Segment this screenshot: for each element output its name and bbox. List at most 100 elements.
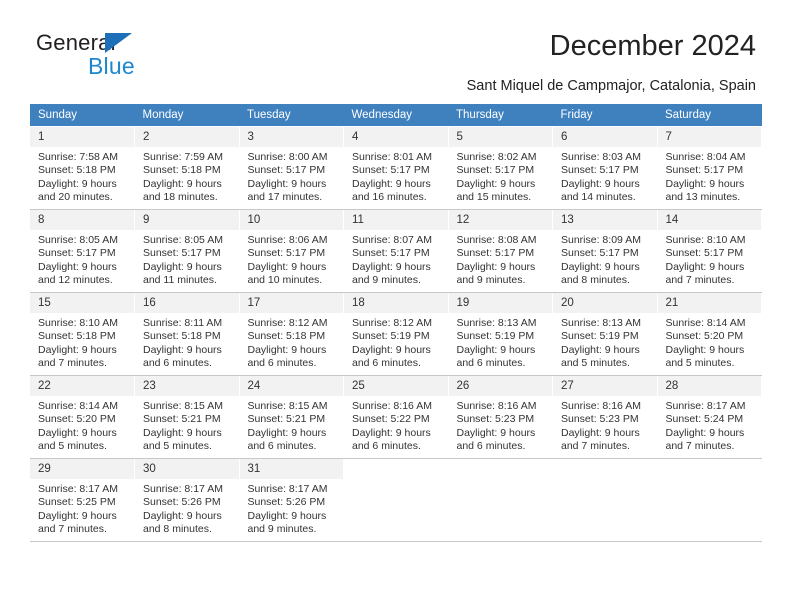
day-info: Sunrise: 8:16 AM Sunset: 5:23 PM Dayligh…: [449, 396, 553, 454]
sunrise-text: Sunrise: 8:12 AM: [247, 317, 328, 329]
sunset-text: Sunset: 5:18 PM: [247, 330, 326, 343]
day-number: 28: [657, 376, 761, 396]
calendar-day-cell[interactable]: 29 Sunrise: 8:17 AM Sunset: 5:25 PM Dayl…: [30, 458, 135, 542]
weekday-header-friday: Friday: [552, 104, 657, 127]
daylight-text-line1: Daylight: 9 hours: [38, 177, 117, 190]
sunrise-text: Sunrise: 8:12 AM: [352, 317, 432, 329]
daylight-text-line1: Daylight: 9 hours: [247, 260, 327, 273]
day-number: [344, 459, 448, 467]
calendar-day-cell[interactable]: 19 Sunrise: 8:13 AM Sunset: 5:19 PM Dayl…: [448, 292, 553, 376]
daylight-text-line2: and 5 minutes.: [561, 357, 630, 370]
calendar-day-cell[interactable]: 30 Sunrise: 8:17 AM Sunset: 5:26 PM Dayl…: [134, 458, 240, 542]
day-info: Sunrise: 8:15 AM Sunset: 5:21 PM Dayligh…: [240, 396, 344, 454]
calendar-day-cell[interactable]: 24 Sunrise: 8:15 AM Sunset: 5:21 PM Dayl…: [239, 375, 344, 459]
day-number: 31: [239, 459, 343, 479]
day-info: Sunrise: 8:16 AM Sunset: 5:22 PM Dayligh…: [344, 396, 448, 454]
sunrise-text: Sunrise: 8:16 AM: [456, 400, 537, 412]
calendar-page: General Blue December 2024 Sant Miquel d…: [0, 0, 792, 612]
page-subtitle: Sant Miquel de Campmajor, Catalonia, Spa…: [466, 78, 756, 94]
day-info: Sunrise: 8:10 AM Sunset: 5:17 PM Dayligh…: [658, 230, 762, 288]
calendar-day-cell[interactable]: 11 Sunrise: 8:07 AM Sunset: 5:17 PM Dayl…: [343, 209, 449, 293]
calendar-day-cell[interactable]: 6 Sunrise: 8:03 AM Sunset: 5:17 PM Dayli…: [552, 126, 658, 210]
sunset-text: Sunset: 5:20 PM: [38, 413, 116, 426]
day-info: Sunrise: 8:17 AM Sunset: 5:25 PM Dayligh…: [30, 479, 134, 537]
sunset-text: Sunset: 5:26 PM: [247, 496, 326, 509]
sunset-text: Sunset: 5:17 PM: [561, 164, 639, 177]
calendar-day-cell[interactable]: 25 Sunrise: 8:16 AM Sunset: 5:22 PM Dayl…: [343, 375, 449, 459]
daylight-text-line2: and 6 minutes.: [247, 440, 317, 453]
daylight-text-line1: Daylight: 9 hours: [247, 343, 327, 356]
calendar-day-cell[interactable]: 5 Sunrise: 8:02 AM Sunset: 5:17 PM Dayli…: [448, 126, 553, 210]
sunrise-text: Sunrise: 8:00 AM: [247, 151, 328, 163]
calendar-week-row: 1 Sunrise: 7:58 AM Sunset: 5:18 PM Dayli…: [30, 126, 762, 210]
daylight-text-line1: Daylight: 9 hours: [247, 426, 327, 439]
calendar-day-cell[interactable]: 31 Sunrise: 8:17 AM Sunset: 5:26 PM Dayl…: [239, 458, 344, 542]
calendar-day-cell[interactable]: 18 Sunrise: 8:12 AM Sunset: 5:19 PM Dayl…: [343, 292, 449, 376]
calendar-day-cell[interactable]: 1 Sunrise: 7:58 AM Sunset: 5:18 PM Dayli…: [30, 126, 135, 210]
daylight-text-line1: Daylight: 9 hours: [456, 426, 536, 439]
day-number: 2: [135, 127, 239, 147]
calendar-day-cell[interactable]: 14 Sunrise: 8:10 AM Sunset: 5:17 PM Dayl…: [657, 209, 762, 293]
day-number: 13: [553, 210, 657, 230]
day-info: Sunrise: 8:13 AM Sunset: 5:19 PM Dayligh…: [553, 313, 657, 371]
calendar-day-cell[interactable]: 27 Sunrise: 8:16 AM Sunset: 5:23 PM Dayl…: [552, 375, 658, 459]
calendar-day-cell-empty: [448, 458, 553, 542]
sunset-text: Sunset: 5:17 PM: [143, 247, 221, 260]
sunset-text: Sunset: 5:17 PM: [665, 247, 744, 260]
calendar-day-cell[interactable]: 12 Sunrise: 8:08 AM Sunset: 5:17 PM Dayl…: [448, 209, 553, 293]
day-number: 20: [553, 293, 657, 313]
daylight-text-line1: Daylight: 9 hours: [143, 426, 222, 439]
calendar-day-cell[interactable]: 26 Sunrise: 8:16 AM Sunset: 5:23 PM Dayl…: [448, 375, 553, 459]
page-title: December 2024: [549, 30, 756, 62]
day-number: 7: [657, 127, 761, 147]
calendar-day-cell[interactable]: 3 Sunrise: 8:00 AM Sunset: 5:17 PM Dayli…: [239, 126, 344, 210]
day-info: Sunrise: 8:10 AM Sunset: 5:18 PM Dayligh…: [30, 313, 134, 371]
calendar-week-row: 29 Sunrise: 8:17 AM Sunset: 5:25 PM Dayl…: [30, 458, 762, 542]
calendar-day-cell[interactable]: 9 Sunrise: 8:05 AM Sunset: 5:17 PM Dayli…: [134, 209, 240, 293]
calendar-day-cell[interactable]: 21 Sunrise: 8:14 AM Sunset: 5:20 PM Dayl…: [657, 292, 762, 376]
calendar-day-cell[interactable]: 10 Sunrise: 8:06 AM Sunset: 5:17 PM Dayl…: [239, 209, 344, 293]
day-number: [657, 459, 761, 467]
sunset-text: Sunset: 5:20 PM: [665, 330, 744, 343]
sunset-text: Sunset: 5:21 PM: [143, 413, 221, 426]
day-number: 17: [239, 293, 343, 313]
calendar-day-cell-empty: [552, 458, 658, 542]
daylight-text-line2: and 5 minutes.: [38, 440, 107, 453]
calendar-day-cell[interactable]: 15 Sunrise: 8:10 AM Sunset: 5:18 PM Dayl…: [30, 292, 135, 376]
calendar-day-cell[interactable]: 20 Sunrise: 8:13 AM Sunset: 5:19 PM Dayl…: [552, 292, 658, 376]
daylight-text-line1: Daylight: 9 hours: [561, 426, 640, 439]
day-info: Sunrise: 8:12 AM Sunset: 5:19 PM Dayligh…: [344, 313, 448, 371]
calendar-day-cell[interactable]: 8 Sunrise: 8:05 AM Sunset: 5:17 PM Dayli…: [30, 209, 135, 293]
sunrise-text: Sunrise: 8:03 AM: [561, 151, 641, 163]
calendar-day-cell[interactable]: 13 Sunrise: 8:09 AM Sunset: 5:17 PM Dayl…: [552, 209, 658, 293]
day-info: Sunrise: 8:09 AM Sunset: 5:17 PM Dayligh…: [553, 230, 657, 288]
calendar-day-cell[interactable]: 23 Sunrise: 8:15 AM Sunset: 5:21 PM Dayl…: [134, 375, 240, 459]
calendar-day-cell-empty: [343, 458, 449, 542]
day-number: 21: [657, 293, 761, 313]
sunrise-text: Sunrise: 8:15 AM: [143, 400, 223, 412]
day-number: 25: [344, 376, 448, 396]
calendar-day-cell[interactable]: 28 Sunrise: 8:17 AM Sunset: 5:24 PM Dayl…: [657, 375, 762, 459]
calendar-day-cell[interactable]: 7 Sunrise: 8:04 AM Sunset: 5:17 PM Dayli…: [657, 126, 762, 210]
sunset-text: Sunset: 5:25 PM: [38, 496, 116, 509]
daylight-text-line2: and 20 minutes.: [38, 191, 113, 204]
calendar-day-cell[interactable]: 17 Sunrise: 8:12 AM Sunset: 5:18 PM Dayl…: [239, 292, 344, 376]
day-info: Sunrise: 8:13 AM Sunset: 5:19 PM Dayligh…: [449, 313, 553, 371]
calendar-day-cell[interactable]: 16 Sunrise: 8:11 AM Sunset: 5:18 PM Dayl…: [134, 292, 240, 376]
day-number: 24: [239, 376, 343, 396]
daylight-text-line2: and 8 minutes.: [561, 274, 630, 287]
day-number: [448, 459, 552, 467]
weekday-header-sunday: Sunday: [30, 104, 135, 127]
sunset-text: Sunset: 5:17 PM: [456, 247, 535, 260]
sunrise-text: Sunrise: 8:05 AM: [38, 234, 118, 246]
calendar-day-cell[interactable]: 22 Sunrise: 8:14 AM Sunset: 5:20 PM Dayl…: [30, 375, 135, 459]
calendar-week-row: 8 Sunrise: 8:05 AM Sunset: 5:17 PM Dayli…: [30, 209, 762, 293]
general-blue-logo[interactable]: General Blue: [36, 30, 216, 82]
day-info: Sunrise: 8:07 AM Sunset: 5:17 PM Dayligh…: [344, 230, 448, 288]
daylight-text-line1: Daylight: 9 hours: [352, 177, 431, 190]
calendar-day-cell[interactable]: 2 Sunrise: 7:59 AM Sunset: 5:18 PM Dayli…: [134, 126, 240, 210]
sunrise-text: Sunrise: 8:17 AM: [38, 483, 118, 495]
daylight-text-line2: and 9 minutes.: [456, 274, 526, 287]
calendar-day-cell[interactable]: 4 Sunrise: 8:01 AM Sunset: 5:17 PM Dayli…: [343, 126, 449, 210]
daylight-text-line2: and 9 minutes.: [247, 523, 317, 536]
